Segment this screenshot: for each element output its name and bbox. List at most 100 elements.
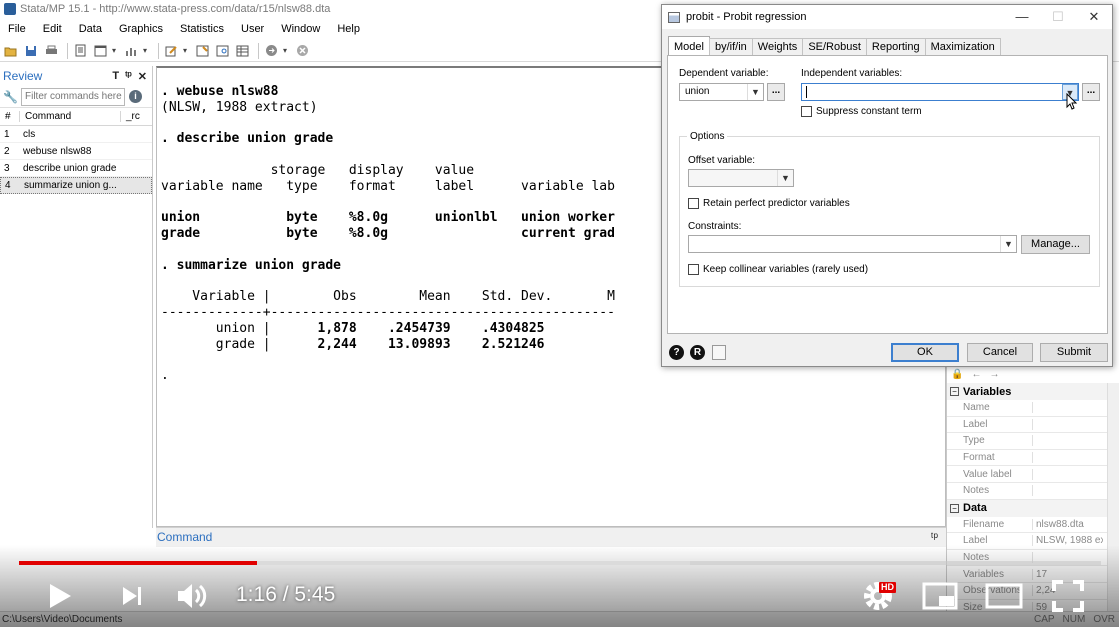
theater-mode-icon[interactable] bbox=[982, 575, 1026, 617]
probit-dialog: probit - Probit regression — ☐ ✕ Model b… bbox=[661, 4, 1113, 367]
properties-toolbar: 🔒 ← → bbox=[947, 366, 1119, 383]
filter-commands-input[interactable] bbox=[21, 87, 125, 106]
toolbar-separator bbox=[258, 42, 259, 59]
pin-icon[interactable]: ᵗᵖ bbox=[931, 528, 938, 546]
manage-constraints-button[interactable]: Manage... bbox=[1021, 235, 1090, 254]
minimize-icon[interactable]: — bbox=[1004, 9, 1040, 25]
checkbox-box[interactable] bbox=[688, 198, 699, 209]
data-editor-icon[interactable] bbox=[194, 43, 210, 59]
lock-icon[interactable]: 🔒 bbox=[951, 369, 963, 380]
play-icon[interactable] bbox=[40, 575, 80, 617]
collapse-icon[interactable]: − bbox=[950, 503, 959, 513]
next-icon[interactable] bbox=[112, 575, 152, 617]
chevron-down-icon[interactable]: ▾ bbox=[183, 46, 190, 55]
volume-icon[interactable] bbox=[170, 575, 216, 617]
menu-file[interactable]: File bbox=[8, 23, 26, 35]
menu-data[interactable]: Data bbox=[79, 23, 102, 35]
progress-bar[interactable] bbox=[19, 561, 1101, 565]
graph-icon[interactable] bbox=[123, 43, 139, 59]
tab-se-robust[interactable]: SE/Robust bbox=[802, 38, 867, 56]
constraints-combo[interactable]: ▼ bbox=[688, 235, 1017, 253]
menu-edit[interactable]: Edit bbox=[43, 23, 62, 35]
save-icon[interactable] bbox=[23, 43, 39, 59]
help-icon[interactable]: ? bbox=[669, 345, 684, 360]
property-row[interactable]: Type bbox=[947, 433, 1119, 450]
menu-user[interactable]: User bbox=[241, 23, 264, 35]
dependent-variable-browse-button[interactable]: ... bbox=[767, 83, 785, 101]
close-icon[interactable]: ✕ bbox=[1076, 9, 1112, 25]
cancel-button[interactable]: Cancel bbox=[967, 343, 1033, 362]
arrow-right-icon[interactable]: → bbox=[989, 369, 999, 380]
property-row[interactable]: Notes bbox=[947, 483, 1119, 500]
print-icon[interactable] bbox=[43, 43, 59, 59]
offset-variable-combo[interactable]: ▼ bbox=[688, 169, 794, 187]
tab-model[interactable]: Model bbox=[668, 36, 710, 56]
chevron-down-icon[interactable]: ▼ bbox=[777, 170, 793, 186]
command-window-header[interactable]: Command ᵗᵖ bbox=[156, 527, 946, 547]
more-icon[interactable] bbox=[263, 43, 279, 59]
property-row[interactable]: Filename nlsw88.dta bbox=[947, 517, 1119, 534]
arrow-left-icon[interactable]: ← bbox=[971, 369, 981, 380]
review-row-selected[interactable]: 4 summarize union g... bbox=[0, 177, 152, 194]
property-row[interactable]: Label NLSW, 1988 ex bbox=[947, 533, 1119, 550]
chevron-down-icon[interactable]: ▾ bbox=[143, 46, 150, 55]
chevron-down-icon[interactable]: ▾ bbox=[112, 46, 119, 55]
properties-scrollbar[interactable] bbox=[1107, 383, 1119, 627]
dialog-titlebar[interactable]: probit - Probit regression — ☐ ✕ bbox=[662, 5, 1112, 29]
column-header-command[interactable]: Command bbox=[20, 111, 121, 122]
chevron-down-icon[interactable]: ▼ bbox=[747, 84, 763, 100]
suppress-constant-label: Suppress constant term bbox=[816, 106, 922, 117]
review-row[interactable]: 3 describe union grade bbox=[0, 160, 152, 177]
properties-section-variables[interactable]: − Variables bbox=[947, 383, 1119, 400]
tab-weights[interactable]: Weights bbox=[751, 38, 804, 56]
menu-help[interactable]: Help bbox=[337, 23, 360, 35]
submit-button[interactable]: Submit bbox=[1040, 343, 1108, 362]
menu-statistics[interactable]: Statistics bbox=[180, 23, 224, 35]
chevron-down-icon[interactable]: ▼ bbox=[1000, 236, 1016, 252]
property-row[interactable]: Name bbox=[947, 400, 1119, 417]
viewer-icon[interactable] bbox=[92, 43, 108, 59]
keep-collinear-checkbox[interactable]: Keep collinear variables (rarely used) bbox=[688, 264, 868, 275]
wrench-icon[interactable]: 🔧 bbox=[3, 90, 21, 104]
log-icon[interactable] bbox=[72, 43, 88, 59]
miniplayer-icon[interactable] bbox=[918, 575, 962, 617]
filter-icon[interactable]: T bbox=[112, 70, 119, 83]
independent-variables-browse-button[interactable]: ... bbox=[1082, 83, 1100, 101]
tab-maximization[interactable]: Maximization bbox=[924, 38, 1001, 56]
column-header-rc[interactable]: _rc bbox=[121, 111, 140, 122]
pin-icon[interactable]: ᵗᵖ bbox=[125, 70, 132, 83]
reset-icon[interactable]: R bbox=[690, 345, 705, 360]
independent-variables-combo[interactable]: ▼ bbox=[801, 83, 1079, 101]
open-folder-icon[interactable] bbox=[3, 43, 19, 59]
property-row[interactable]: Observations 2,24 bbox=[947, 583, 1119, 600]
break-icon[interactable] bbox=[294, 43, 310, 59]
variables-manager-icon[interactable] bbox=[234, 43, 250, 59]
suppress-constant-checkbox[interactable]: Suppress constant term bbox=[801, 106, 922, 117]
tab-by-if-in[interactable]: by/if/in bbox=[708, 38, 753, 56]
checkbox-box[interactable] bbox=[688, 264, 699, 275]
review-row[interactable]: 1 cls bbox=[0, 126, 152, 143]
properties-section-data[interactable]: − Data bbox=[947, 499, 1119, 517]
property-row[interactable]: Label bbox=[947, 417, 1119, 434]
property-row[interactable]: Value label bbox=[947, 466, 1119, 483]
column-header-num[interactable]: # bbox=[0, 111, 20, 122]
do-file-editor-icon[interactable] bbox=[163, 43, 179, 59]
review-filter: 🔧 i bbox=[0, 86, 152, 108]
review-row[interactable]: 2 webuse nlsw88 bbox=[0, 143, 152, 160]
close-icon[interactable]: ✕ bbox=[138, 70, 147, 83]
info-icon[interactable]: i bbox=[129, 90, 142, 103]
menu-graphics[interactable]: Graphics bbox=[119, 23, 163, 35]
menu-window[interactable]: Window bbox=[281, 23, 320, 35]
retain-perfect-predictor-checkbox[interactable]: Retain perfect predictor variables bbox=[688, 198, 850, 209]
dependent-variable-combo[interactable]: union ▼ bbox=[679, 83, 764, 101]
chevron-down-icon[interactable]: ▾ bbox=[283, 46, 290, 55]
ok-button[interactable]: OK bbox=[891, 343, 959, 362]
data-browser-icon[interactable] bbox=[214, 43, 230, 59]
copy-command-icon[interactable] bbox=[712, 345, 726, 360]
collapse-icon[interactable]: − bbox=[950, 387, 959, 396]
checkbox-box[interactable] bbox=[801, 106, 812, 117]
property-row[interactable]: Variables 17 bbox=[947, 566, 1119, 583]
property-row[interactable]: Format bbox=[947, 450, 1119, 467]
fullscreen-icon[interactable] bbox=[1046, 575, 1090, 617]
tab-reporting[interactable]: Reporting bbox=[865, 38, 926, 56]
